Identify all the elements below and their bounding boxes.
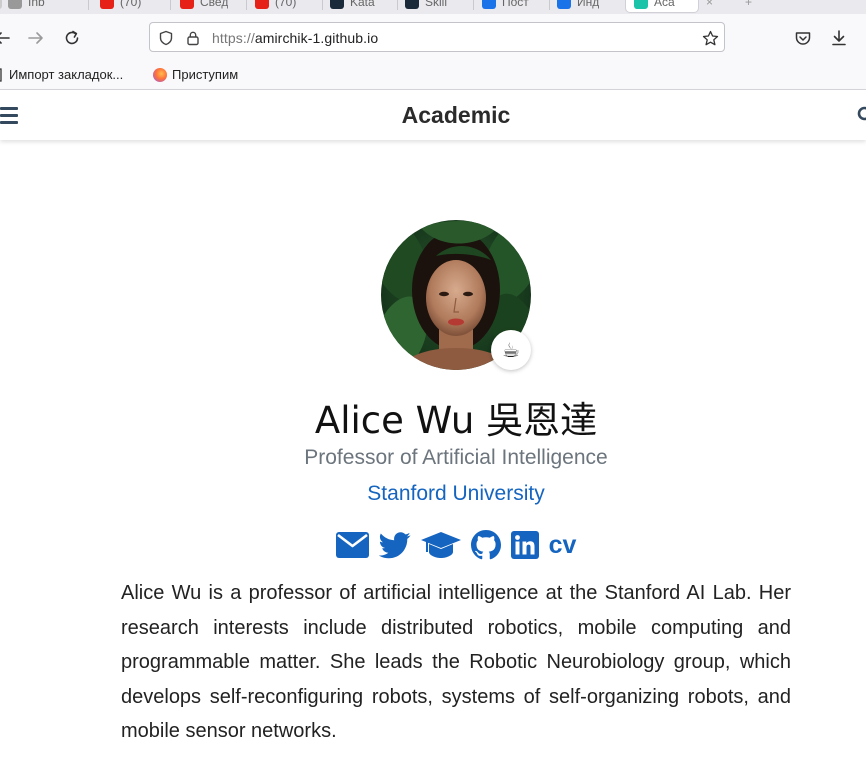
tab-academic[interactable]: Aca [626, 0, 698, 12]
tab-label: Inb [28, 0, 45, 9]
close-icon[interactable]: × [706, 0, 713, 12]
tab-favicon [0, 0, 2, 9]
site-title[interactable]: Academic [0, 102, 866, 129]
back-button[interactable] [0, 24, 16, 52]
tab-label: (70) [275, 0, 297, 9]
tab-inbox[interactable]: Inb [0, 0, 45, 12]
firefox-icon [153, 67, 167, 82]
pocket-button[interactable] [789, 24, 817, 52]
tab-skill[interactable]: Skill [405, 0, 447, 12]
mail-icon [8, 0, 22, 9]
bookmark-label: Импорт закладок... [9, 67, 124, 82]
site-favicon-icon [557, 0, 571, 9]
profile-name: Alice Wu 吳恩達 [314, 399, 598, 442]
profile-bio: Alice Wu is a professor of artificial in… [121, 582, 791, 743]
nav-toolbar: https://amirchik-1.github.io [0, 14, 866, 62]
site-favicon-icon [482, 0, 496, 9]
envelope-icon[interactable] [335, 529, 369, 561]
tab-label: (70) [120, 0, 142, 9]
academic-logo-icon [634, 0, 648, 9]
tab-strip: Inb (70) Свед (70) Kata Skill Пост Инд A… [0, 0, 866, 14]
profile-role: Professor of Artificial Intelligence [304, 446, 608, 469]
bookmark-label: Приступим [172, 67, 239, 82]
graduation-cap-icon[interactable] [420, 529, 461, 561]
browser-window: Inb (70) Свед (70) Kata Skill Пост Инд A… [0, 0, 866, 760]
site-navbar: Academic [0, 90, 866, 140]
twitter-icon[interactable] [378, 529, 411, 561]
github-icon[interactable] [470, 529, 501, 561]
shield-icon[interactable] [157, 29, 175, 47]
tab-kata[interactable]: Kata [330, 0, 375, 12]
social-links: cv [0, 528, 866, 562]
tab-label: Kata [350, 0, 375, 9]
bookmark-import[interactable]: Импорт закладок... [0, 67, 123, 82]
back-arrow-icon [0, 32, 10, 44]
tab-label: Свед [200, 0, 229, 9]
tab-label: Пост [502, 0, 529, 9]
profile-section: ☕ Alice Wu 吳恩達 Professor of Artificial I… [0, 140, 866, 760]
pocket-icon [795, 32, 811, 45]
bookmarks-bar: Импорт закладок... Приступим [0, 62, 866, 90]
tab-label: Skill [425, 0, 448, 9]
address-bar[interactable]: https://amirchik-1.github.io [149, 22, 725, 52]
url-scheme: https:// [212, 30, 255, 46]
tab-ind[interactable]: Инд [557, 0, 599, 12]
url-host: amirchik-1.github.io [254, 30, 379, 46]
status-emoji: ☕ [491, 330, 531, 370]
codewars-icon [330, 0, 344, 9]
url-text[interactable]: https://amirchik-1.github.io [212, 30, 378, 46]
linkedin-icon[interactable] [510, 529, 539, 561]
youtube-icon [180, 0, 194, 9]
organization-link[interactable]: Stanford University [0, 482, 866, 506]
tab-label: Aca [654, 0, 675, 9]
codewars-icon [405, 0, 419, 9]
download-icon [832, 30, 846, 46]
tab-youtube-2[interactable]: Свед [180, 0, 228, 12]
tab-post[interactable]: Пост [482, 0, 529, 12]
import-icon [0, 67, 2, 82]
tab-youtube-3[interactable]: (70) [255, 0, 296, 12]
tab-youtube-1[interactable]: (70) [100, 0, 141, 12]
youtube-icon [255, 0, 269, 9]
bookmark-get-started[interactable]: Приступим [153, 67, 238, 82]
tab-label: Инд [577, 0, 600, 9]
bookmark-star-icon[interactable] [701, 29, 719, 47]
new-tab-button[interactable]: + [745, 0, 752, 12]
youtube-icon [100, 0, 114, 9]
forward-button[interactable] [22, 24, 50, 52]
reload-icon [65, 30, 79, 45]
downloads-button[interactable] [825, 24, 853, 52]
cv-icon[interactable]: cv [549, 529, 577, 561]
lock-icon[interactable] [184, 29, 202, 47]
reload-button[interactable] [58, 24, 86, 52]
search-icon[interactable] [857, 106, 866, 129]
forward-arrow-icon [28, 32, 43, 44]
